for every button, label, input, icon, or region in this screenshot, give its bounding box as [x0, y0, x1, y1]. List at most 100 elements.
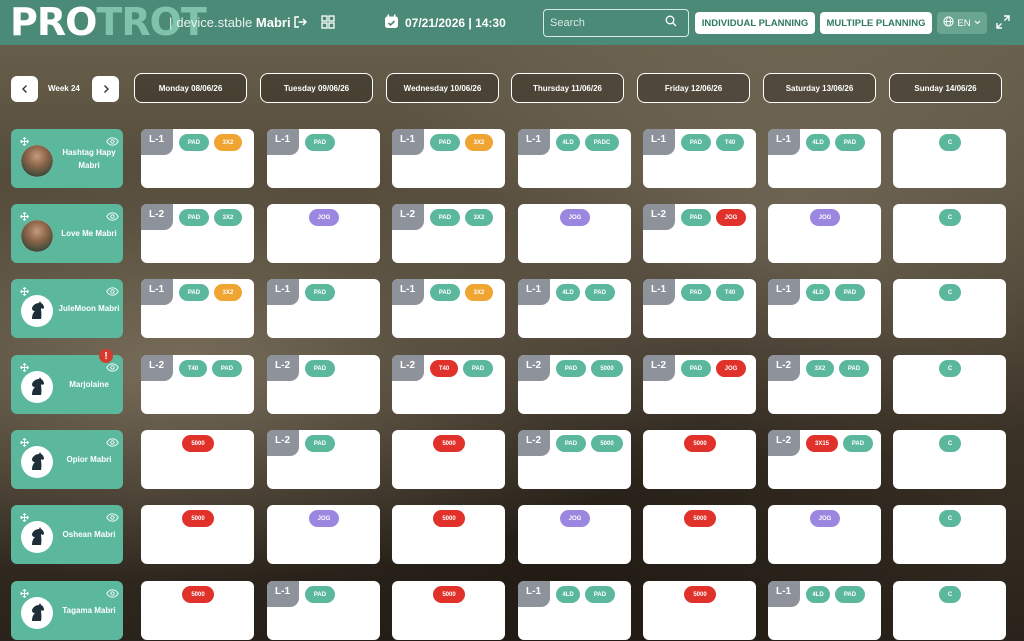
day-header[interactable]: Thursday 11/06/26 [511, 73, 624, 103]
planning-cell[interactable]: L-2 3X15 PAD [768, 430, 881, 489]
workout-tag[interactable]: 4LD [556, 134, 580, 151]
workout-tag[interactable]: T40 [430, 360, 458, 377]
workout-tag[interactable]: PAD [179, 209, 209, 226]
planning-cell[interactable]: C [893, 581, 1006, 640]
workout-tag[interactable]: 3X2 [465, 209, 493, 226]
planning-cell[interactable]: C [893, 204, 1006, 263]
workout-tag[interactable]: PAD [179, 284, 209, 301]
workout-tag[interactable]: PAD [681, 360, 711, 377]
workout-tag[interactable]: C [939, 209, 961, 226]
horse-card[interactable]: Love Me Mabri [11, 204, 123, 263]
workout-tag[interactable]: 3X2 [214, 209, 242, 226]
logout-icon[interactable] [292, 14, 308, 30]
search-input[interactable] [550, 17, 665, 29]
language-select[interactable]: EN [937, 12, 987, 34]
workout-tag[interactable]: JOG [309, 209, 339, 226]
day-header[interactable]: Sunday 14/06/26 [889, 73, 1002, 103]
workout-tag[interactable]: PAD [835, 134, 865, 151]
workout-tag[interactable]: JOG [560, 510, 590, 527]
workout-tag[interactable]: C [939, 510, 961, 527]
individual-planning-button[interactable]: INDIVIDUAL PLANNING [695, 12, 815, 34]
horse-card[interactable]: Marjolaine! [11, 349, 123, 414]
planning-cell[interactable]: L-2 PAD 3X2 [141, 204, 254, 263]
day-header[interactable]: Friday 12/06/26 [637, 73, 750, 103]
planning-cell[interactable]: L-1 PAD 3X2 [141, 279, 254, 338]
planning-cell[interactable]: JOG [518, 505, 631, 564]
planning-cell[interactable]: 5000 [392, 505, 505, 564]
search-icon[interactable] [665, 14, 677, 32]
workout-tag[interactable]: PAD [305, 284, 335, 301]
workout-tag[interactable]: C [939, 360, 961, 377]
planning-cell[interactable]: L-1 PAD 3X2 [141, 129, 254, 188]
workout-tag[interactable]: T40 [716, 284, 744, 301]
planning-cell[interactable]: 5000 [643, 581, 756, 640]
grid-view-icon[interactable] [320, 14, 336, 30]
planning-cell[interactable]: 5000 [141, 581, 254, 640]
planning-cell[interactable]: L-1 PAD [267, 129, 380, 188]
workout-tag[interactable]: 3X2 [214, 134, 242, 151]
planning-cell[interactable]: C [893, 279, 1006, 338]
horse-card[interactable]: Tagama Mabri [11, 581, 123, 640]
workout-tag[interactable]: C [939, 586, 961, 603]
planning-cell[interactable]: JOG [267, 204, 380, 263]
planning-cell[interactable]: C [893, 505, 1006, 564]
previous-week-button[interactable] [11, 76, 38, 102]
planning-cell[interactable]: L-1 PAD [267, 581, 380, 640]
workout-tag[interactable]: PAD [585, 586, 615, 603]
workout-tag[interactable]: PAD [556, 435, 586, 452]
planning-cell[interactable]: JOG [518, 204, 631, 263]
workout-tag[interactable]: T40 [179, 360, 207, 377]
workout-tag[interactable]: 4LD [806, 134, 830, 151]
workout-tag[interactable]: PAD [843, 435, 873, 452]
day-header[interactable]: Wednesday 10/06/26 [386, 73, 499, 103]
workout-tag[interactable]: C [939, 435, 961, 452]
horse-card[interactable]: Opior Mabri [11, 430, 123, 489]
workout-tag[interactable]: 5000 [684, 435, 716, 452]
workout-tag[interactable]: PAD [839, 360, 869, 377]
workout-tag[interactable]: 5000 [684, 510, 716, 527]
workout-tag[interactable]: C [939, 134, 961, 151]
workout-tag[interactable]: 3X15 [806, 435, 838, 452]
workout-tag[interactable]: PAD [212, 360, 242, 377]
drag-handle-icon[interactable] [20, 283, 29, 296]
workout-tag[interactable]: PAD [305, 360, 335, 377]
planning-cell[interactable]: L-2 PAD [267, 430, 380, 489]
planning-cell[interactable]: L-1 PAD T40 [643, 129, 756, 188]
workout-tag[interactable]: 5000 [591, 435, 623, 452]
workout-tag[interactable]: PAD [430, 209, 460, 226]
workout-tag[interactable]: 4LD [556, 586, 580, 603]
workout-tag[interactable]: PAD [305, 435, 335, 452]
workout-tag[interactable]: PAD [556, 360, 586, 377]
horse-card[interactable]: Hashtag Hapy Mabri [11, 129, 123, 188]
workout-tag[interactable]: 5000 [182, 510, 214, 527]
planning-cell[interactable]: L-1 PAD T40 [643, 279, 756, 338]
workout-tag[interactable]: 5000 [433, 586, 465, 603]
planning-cell[interactable]: L-2 PAD 3X2 [392, 204, 505, 263]
multiple-planning-button[interactable]: MULTIPLE PLANNING [820, 12, 932, 34]
horse-card[interactable]: JuleMoon Mabri [11, 279, 123, 338]
planning-cell[interactable]: L-1 PAD 3X2 [392, 129, 505, 188]
planning-cell[interactable]: C [893, 129, 1006, 188]
planning-cell[interactable]: L-1 4LD PAD [518, 279, 631, 338]
workout-tag[interactable]: PAD [305, 586, 335, 603]
planning-cell[interactable]: L-1 4LD PADC [518, 129, 631, 188]
planning-cell[interactable]: JOG [768, 204, 881, 263]
planning-cell[interactable]: 5000 [141, 505, 254, 564]
workout-tag[interactable]: 3X2 [214, 284, 242, 301]
workout-tag[interactable]: 4LD [806, 284, 830, 301]
planning-cell[interactable]: L-2 3X2 PAD [768, 355, 881, 414]
drag-handle-icon[interactable] [20, 585, 29, 598]
next-week-button[interactable] [92, 76, 119, 102]
workout-tag[interactable]: 5000 [591, 360, 623, 377]
workout-tag[interactable]: 3X2 [465, 134, 493, 151]
workout-tag[interactable]: PAD [835, 284, 865, 301]
planning-cell[interactable]: L-2 PAD 5000 [518, 355, 631, 414]
planning-cell[interactable]: L-1 4LD PAD [768, 279, 881, 338]
workout-tag[interactable]: C [939, 284, 961, 301]
day-header[interactable]: Monday 08/06/26 [134, 73, 247, 103]
workout-tag[interactable]: PAD [305, 134, 335, 151]
workout-tag[interactable]: 5000 [684, 586, 716, 603]
search-box[interactable] [543, 9, 689, 37]
workout-tag[interactable]: PAD [585, 284, 615, 301]
drag-handle-icon[interactable] [20, 133, 29, 146]
